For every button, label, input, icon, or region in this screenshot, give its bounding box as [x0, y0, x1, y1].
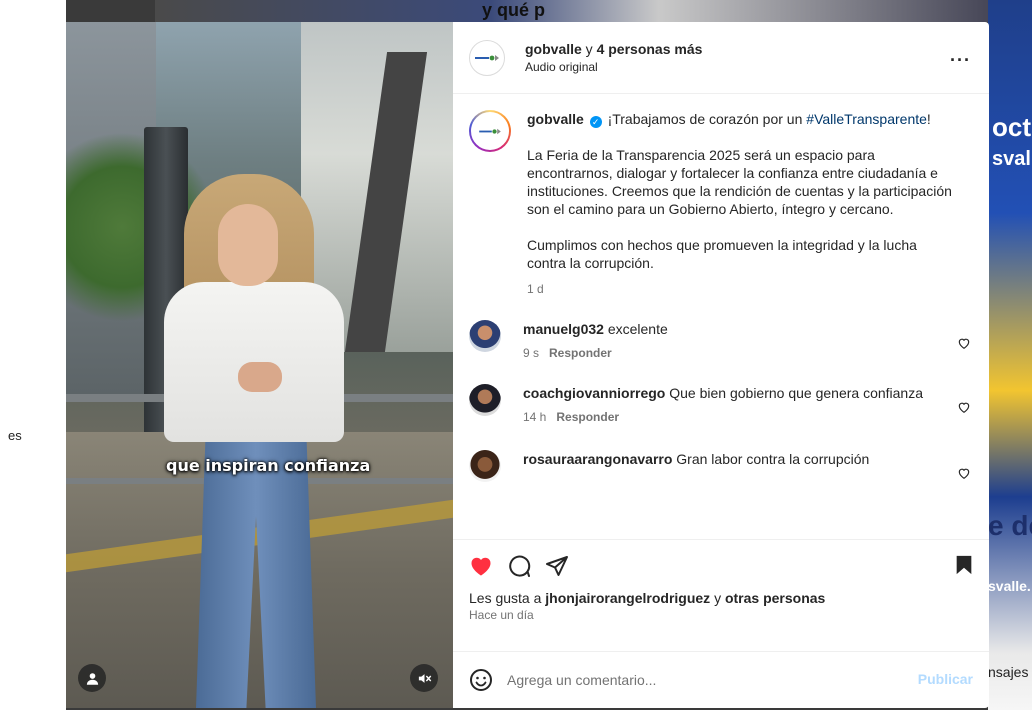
- caption-avatar-story-ring[interactable]: [469, 110, 511, 152]
- header-audio[interactable]: Audio original: [525, 58, 702, 76]
- comment-body: coachgiovanniorrego Que bien gobierno qu…: [523, 384, 943, 426]
- caption-paragraph-1: La Feria de la Transparencia 2025 será u…: [527, 147, 952, 217]
- action-icons: [469, 550, 973, 582]
- background-right-text-2: svall: [992, 148, 1032, 170]
- background-left-text: es: [8, 428, 22, 443]
- comment-avatar[interactable]: [469, 384, 501, 416]
- muted-icon: [418, 673, 431, 683]
- comment-like-icon[interactable]: [957, 400, 971, 414]
- post-caption: gobvalle ✓ ¡Trabajamos de corazón por un…: [469, 110, 973, 298]
- comment-text: excelente: [603, 321, 668, 337]
- person-face: [218, 204, 278, 286]
- post-header: gobvalle y 4 personas más Audio original…: [453, 22, 989, 94]
- comment-meta: 9 s Responder: [523, 344, 943, 362]
- comment-username[interactable]: rosauraarangonavarro: [523, 451, 672, 467]
- likes-summary: Les gusta a jhonjairorangelrodriguez y o…: [469, 590, 973, 606]
- comment-text-line: coachgiovanniorrego Que bien gobierno qu…: [523, 384, 943, 402]
- add-comment-bar: Publicar: [453, 651, 989, 708]
- likes-prefix: Les gusta a: [469, 590, 546, 606]
- post-actions: Les gusta a jhonjairorangelrodriguez y o…: [453, 539, 989, 651]
- comment-text: Que bien gobierno que genera confianza: [665, 385, 923, 401]
- comment-like-icon[interactable]: [957, 336, 971, 350]
- caption-text-after: !: [926, 111, 931, 127]
- comment-time: 9 s: [523, 346, 540, 360]
- background-right-text-1: octu: [992, 112, 1032, 142]
- comment-icon[interactable]: [507, 554, 531, 578]
- comment-meta: 14 h Responder: [523, 408, 943, 426]
- comment-input[interactable]: [507, 672, 887, 688]
- post-date: Hace un día: [469, 608, 534, 622]
- background-right-strip: octu svall e de svalle.: [988, 0, 1032, 710]
- caption-first-line: gobvalle ✓ ¡Trabajamos de corazón por un…: [527, 110, 957, 128]
- comment-item: manuelg032 excelente 9 s Responder: [469, 320, 973, 362]
- tagged-user-button[interactable]: [78, 664, 106, 692]
- user-icon: [86, 672, 98, 685]
- likes-middle: y: [710, 590, 725, 606]
- caption-username[interactable]: gobvalle: [527, 111, 584, 127]
- likes-others[interactable]: otras personas: [725, 590, 825, 606]
- video-person: [156, 172, 356, 708]
- mute-button[interactable]: [410, 664, 438, 692]
- caption-paragraph-2: Cumplimos con hechos que promueven la in…: [527, 237, 917, 271]
- comment-item: coachgiovanniorrego Que bien gobierno qu…: [469, 384, 973, 426]
- post-side-panel: gobvalle y 4 personas más Audio original…: [453, 22, 989, 708]
- comment-avatar[interactable]: [469, 320, 501, 352]
- author-avatar[interactable]: [469, 39, 505, 76]
- comment-avatar[interactable]: [469, 450, 501, 482]
- comment-time: 14 h: [523, 410, 547, 424]
- comment-text: Gran labor contra la corrupción: [672, 451, 870, 467]
- caption-avatar: [471, 112, 509, 150]
- publish-button[interactable]: Publicar: [918, 671, 973, 687]
- comment-body: rosauraarangonavarro Gran labor contra l…: [523, 450, 943, 482]
- caption-body: gobvalle ✓ ¡Trabajamos de corazón por un…: [527, 110, 957, 298]
- verified-badge-icon: ✓: [589, 116, 602, 128]
- person-jeans: [196, 434, 316, 708]
- background-right-text-4: svalle.: [988, 578, 1031, 594]
- comment-like-icon[interactable]: [957, 466, 971, 480]
- comment-reply-button[interactable]: Responder: [556, 410, 619, 424]
- header-names: gobvalle y 4 personas más Audio original: [525, 40, 702, 76]
- emoji-icon[interactable]: [469, 668, 493, 692]
- header-connector: y: [581, 40, 597, 57]
- caption-hashtag[interactable]: #ValleTransparente: [806, 111, 927, 127]
- likes-user[interactable]: jhonjairorangelrodriguez: [545, 590, 710, 606]
- bookmark-icon[interactable]: [953, 554, 975, 576]
- gobvalle-logo-icon: [479, 128, 501, 134]
- post-modal: que inspiran confianza gobvalle y 4 pers…: [66, 22, 989, 708]
- background-top-strip: [155, 0, 995, 22]
- like-heart-icon[interactable]: [469, 554, 493, 578]
- comment-text-line: rosauraarangonavarro Gran labor contra l…: [523, 450, 943, 468]
- background-messages-label: nsajes: [988, 664, 1029, 680]
- header-collaborators[interactable]: 4 personas más: [597, 41, 703, 57]
- share-icon[interactable]: [545, 554, 569, 578]
- comments-list[interactable]: gobvalle ✓ ¡Trabajamos de corazón por un…: [453, 94, 989, 539]
- caption-time: 1 d: [527, 282, 544, 296]
- more-options-icon[interactable]: ···: [950, 50, 971, 71]
- person-hands: [238, 362, 282, 392]
- background-left-panel: es: [0, 0, 66, 710]
- header-username[interactable]: gobvalle: [525, 41, 582, 57]
- video-subtitle: que inspiran confianza: [166, 456, 371, 475]
- header-user-line: gobvalle y 4 personas más: [525, 40, 702, 58]
- comment-body: manuelg032 excelente 9 s Responder: [523, 320, 943, 362]
- comment-username[interactable]: manuelg032: [523, 321, 604, 337]
- gobvalle-logo-icon: [475, 54, 499, 61]
- comment-reply-button[interactable]: Responder: [549, 346, 612, 360]
- comment-item: rosauraarangonavarro Gran labor contra l…: [469, 450, 973, 482]
- comment-text-line: manuelg032 excelente: [523, 320, 943, 338]
- comment-username[interactable]: coachgiovanniorrego: [523, 385, 665, 401]
- reel-video[interactable]: que inspiran confianza: [66, 22, 453, 708]
- background-right-text-3: e de: [988, 510, 1032, 541]
- background-top-title: y qué p: [482, 0, 546, 20]
- caption-text-before: ¡Trabajamos de corazón por un: [603, 111, 807, 127]
